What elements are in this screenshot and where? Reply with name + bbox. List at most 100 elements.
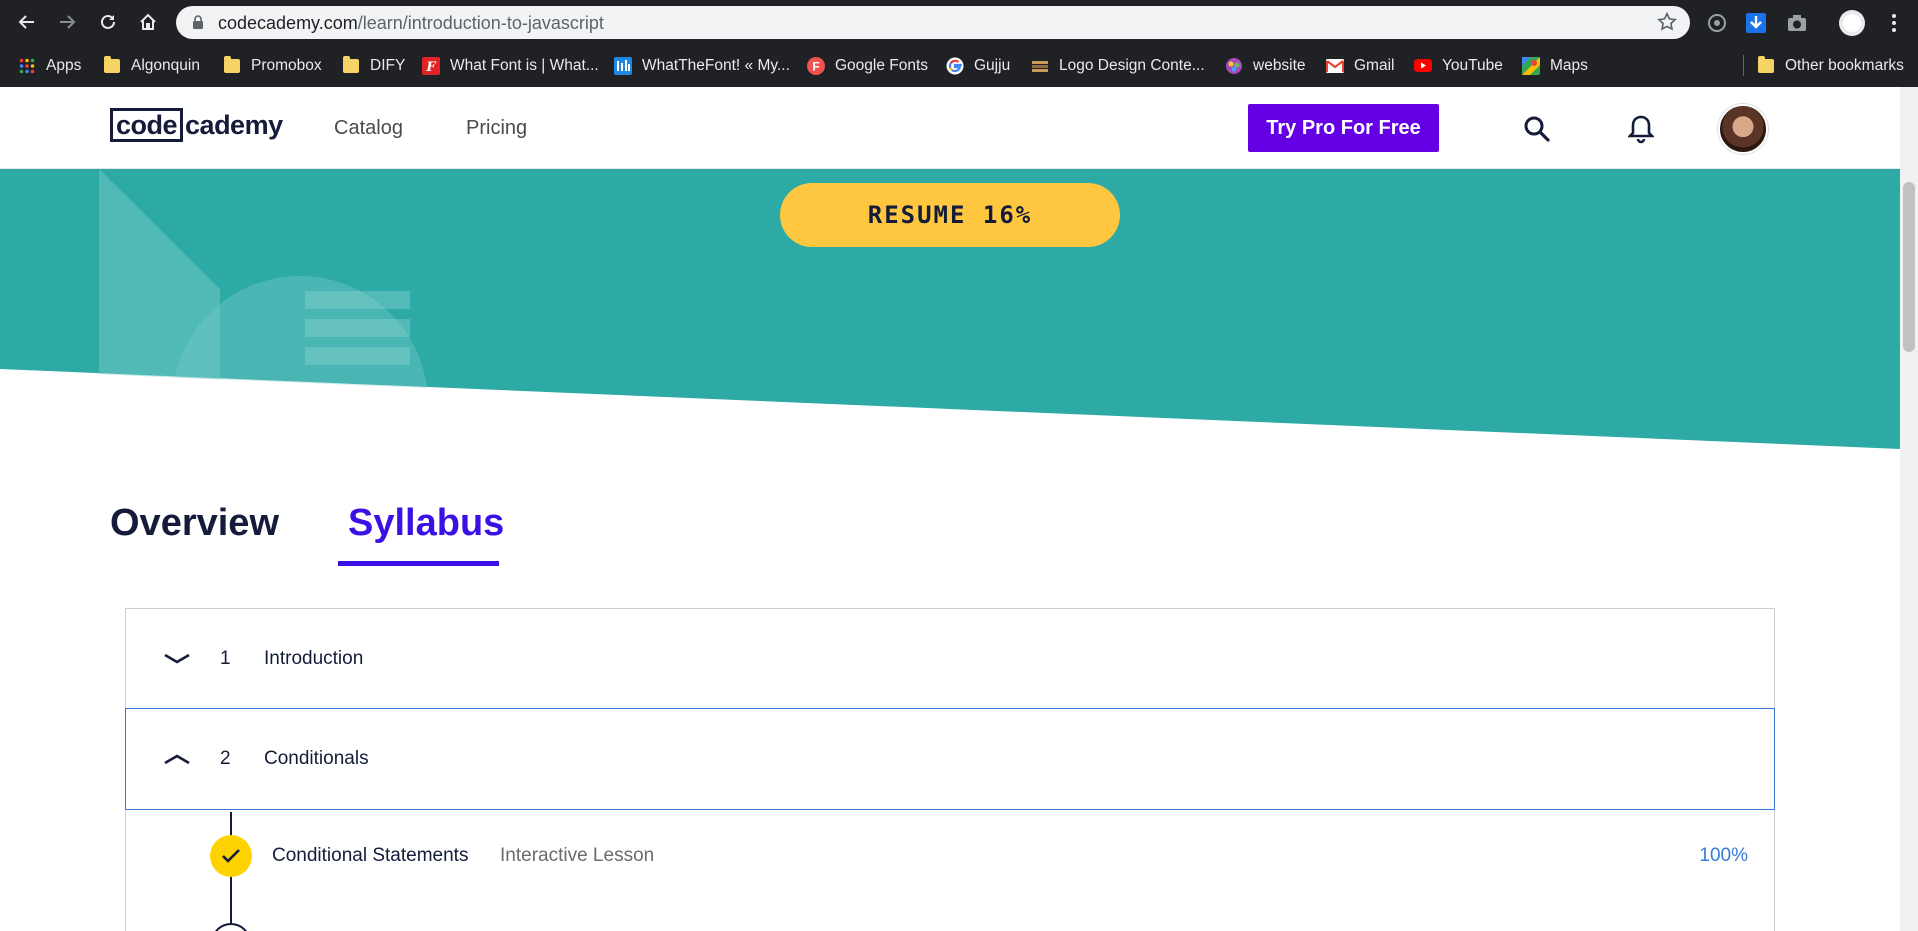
- bookmark-label: Logo Design Conte...: [1059, 56, 1205, 74]
- back-arrow-icon: [18, 15, 34, 29]
- bookmark-algonquin[interactable]: Algonquin: [103, 44, 200, 87]
- bookmark-label: Gmail: [1354, 56, 1395, 74]
- folder-icon: [342, 55, 360, 75]
- search-icon: [1524, 116, 1550, 142]
- tab-overview[interactable]: Overview: [110, 502, 279, 545]
- lesson-complete-badge: [210, 835, 252, 877]
- bookmarks-bar: Apps Algonquin Promobox DIFY F What Font…: [0, 44, 1918, 87]
- lesson-type: Interactive Lesson: [500, 845, 655, 866]
- module-number: 1: [220, 647, 231, 669]
- svg-text:F: F: [425, 60, 436, 75]
- sync-extension-icon[interactable]: [1703, 9, 1731, 37]
- profile-icon: [1839, 10, 1865, 36]
- site-header: code cademy Catalog Pricing Try Pro For F…: [0, 87, 1900, 169]
- bookmark-label: What Font is | What...: [450, 56, 599, 74]
- syllabus-list: 1 Introduction 2 Conditionals: [125, 608, 1775, 931]
- forward-arrow-icon: [60, 15, 76, 29]
- bookmarks-separator: [1743, 55, 1744, 76]
- bookmark-label: Algonquin: [131, 56, 200, 74]
- download-extension-icon[interactable]: [1742, 9, 1770, 37]
- google-fonts-icon: F: [807, 56, 825, 75]
- scrollbar-thumb[interactable]: [1903, 182, 1915, 352]
- home-button[interactable]: [132, 6, 164, 38]
- logo-academy: cademy: [185, 109, 283, 140]
- active-tab-indicator: [338, 561, 499, 566]
- codecademy-logo[interactable]: code cademy: [110, 107, 283, 143]
- apps-grid-icon: [18, 57, 36, 75]
- bookmark-label: DIFY: [370, 56, 406, 74]
- notifications-button[interactable]: [1626, 113, 1656, 145]
- search-button[interactable]: [1522, 114, 1552, 144]
- user-avatar[interactable]: [1718, 104, 1768, 154]
- bookmark-youtube[interactable]: YouTube: [1414, 44, 1503, 87]
- resume-course-button[interactable]: RESUME 16%: [780, 183, 1120, 247]
- folder-icon: [223, 55, 241, 75]
- bookmark-label: website: [1253, 56, 1306, 74]
- screenshot-extension-icon[interactable]: [1783, 9, 1811, 37]
- back-button[interactable]: [11, 6, 43, 38]
- url-host: codecademy.com: [218, 13, 358, 33]
- page-content: code cademy Catalog Pricing Try Pro For F…: [0, 87, 1900, 931]
- profile-button[interactable]: [1838, 9, 1866, 37]
- bookmark-other[interactable]: Other bookmarks: [1757, 44, 1904, 87]
- svg-text:F: F: [812, 59, 819, 73]
- address-bar[interactable]: codecademy.com/learn/introduction-to-jav…: [176, 6, 1690, 39]
- nav-catalog[interactable]: Catalog: [334, 117, 403, 140]
- bookmark-label: Google Fonts: [835, 56, 929, 74]
- module-title: Introduction: [264, 647, 364, 669]
- sync-icon: [1708, 14, 1726, 32]
- bookmark-star-icon[interactable]: [1656, 11, 1678, 33]
- bookmark-gmail[interactable]: Gmail: [1326, 44, 1394, 87]
- chevron-up-icon: [164, 754, 190, 765]
- bookmark-label: Promobox: [251, 56, 322, 74]
- checkmark-icon: [222, 849, 240, 863]
- whatthefont-icon: [614, 56, 632, 75]
- forward-button[interactable]: [51, 6, 83, 38]
- camera-icon: [1788, 15, 1806, 31]
- bookmark-logo-design[interactable]: Logo Design Conte...: [1031, 44, 1205, 87]
- bookmark-label: YouTube: [1442, 56, 1503, 74]
- logo-code: code: [110, 108, 184, 142]
- folder-icon: [103, 55, 121, 75]
- gmail-icon: [1326, 57, 1344, 75]
- tab-syllabus[interactable]: Syllabus: [348, 502, 504, 545]
- bookmark-dify[interactable]: DIFY: [342, 44, 405, 87]
- page-scrollbar[interactable]: [1900, 87, 1918, 931]
- folder-icon: [1757, 55, 1775, 75]
- bookmark-label: Other bookmarks: [1785, 56, 1904, 74]
- bookmark-promobox[interactable]: Promobox: [223, 44, 322, 87]
- reload-icon: [101, 14, 115, 29]
- bookmark-google-fonts[interactable]: F Google Fonts: [807, 44, 928, 87]
- bookmark-label: Apps: [46, 56, 82, 74]
- bookmark-maps[interactable]: Maps: [1522, 44, 1588, 87]
- maps-icon: [1522, 56, 1540, 75]
- url-text: codecademy.com/learn/introduction-to-jav…: [218, 13, 604, 34]
- module-row-introduction[interactable]: 1 Introduction: [126, 609, 1774, 709]
- lesson-progress: 100%: [1699, 845, 1748, 866]
- module-row-conditionals[interactable]: 2 Conditionals: [125, 708, 1775, 810]
- bell-icon: [1628, 115, 1654, 144]
- logo-design-icon: [1031, 57, 1049, 75]
- bookmark-whatfontis[interactable]: F What Font is | What...: [422, 44, 599, 87]
- bookmark-gujju[interactable]: Gujju: [946, 44, 1010, 87]
- chevron-down-icon: [164, 653, 190, 664]
- chrome-menu-button[interactable]: [1880, 9, 1908, 37]
- lock-icon: [193, 15, 203, 29]
- bookmark-whatthefont[interactable]: WhatTheFont! « My...: [614, 44, 790, 87]
- bookmark-label: Gujju: [974, 56, 1011, 74]
- browser-toolbar: codecademy.com/learn/introduction-to-jav…: [0, 0, 1918, 44]
- lesson-title-link[interactable]: Conditional Statements: [272, 845, 468, 867]
- whatfontis-icon: F: [422, 56, 440, 75]
- module-title: Conditionals: [264, 748, 369, 769]
- bookmark-apps[interactable]: Apps: [18, 44, 81, 87]
- module-number: 2: [220, 748, 231, 769]
- website-icon: [1225, 57, 1243, 75]
- google-icon: [946, 57, 964, 75]
- home-icon: [140, 13, 156, 30]
- reload-button[interactable]: [92, 6, 124, 38]
- nav-pricing[interactable]: Pricing: [466, 117, 527, 140]
- try-pro-button[interactable]: Try Pro For Free: [1248, 104, 1439, 152]
- bookmark-website[interactable]: website: [1225, 44, 1306, 87]
- youtube-icon: [1414, 57, 1432, 75]
- more-vert-icon: [1892, 14, 1896, 32]
